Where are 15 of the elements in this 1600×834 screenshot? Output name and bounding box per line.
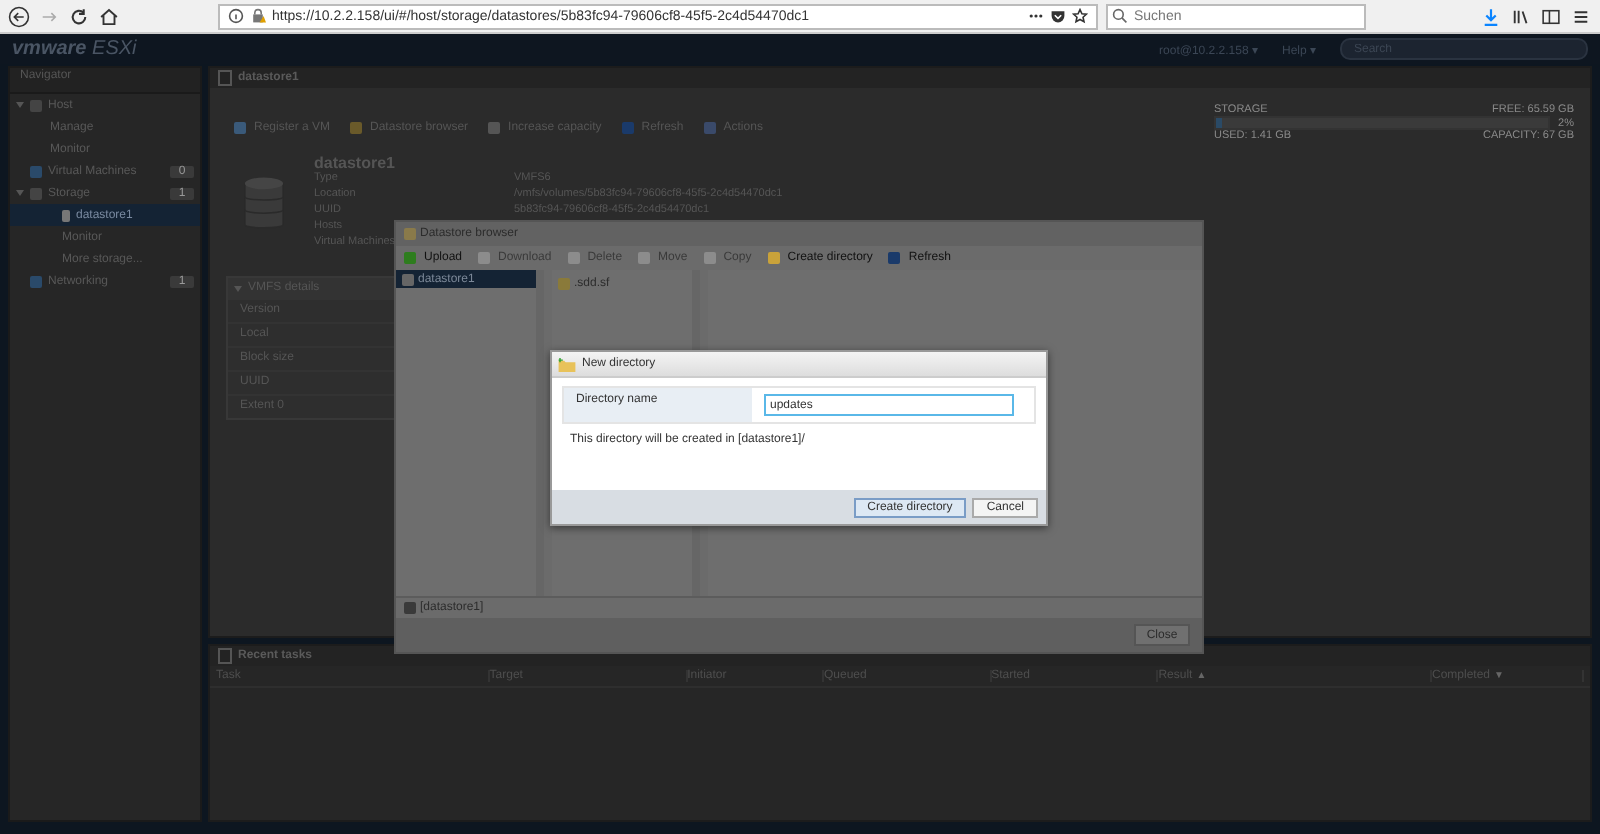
sidebar-icon[interactable] <box>1540 5 1562 27</box>
new-folder-icon <box>558 357 576 371</box>
tab-icon <box>218 648 232 664</box>
home-icon[interactable] <box>98 5 120 27</box>
bookmark-star-icon[interactable] <box>1072 8 1088 24</box>
tab-icon <box>218 70 232 86</box>
search-icon <box>1112 8 1128 24</box>
back-icon[interactable] <box>8 5 30 27</box>
library-icon[interactable] <box>1510 5 1532 27</box>
menu-icon[interactable] <box>1570 5 1592 27</box>
pocket-icon[interactable] <box>1050 8 1066 24</box>
lock-warning-icon <box>250 8 266 24</box>
reload-icon[interactable] <box>68 5 90 27</box>
product-logo: vmware ESXi <box>12 38 137 60</box>
info-icon <box>228 8 244 24</box>
